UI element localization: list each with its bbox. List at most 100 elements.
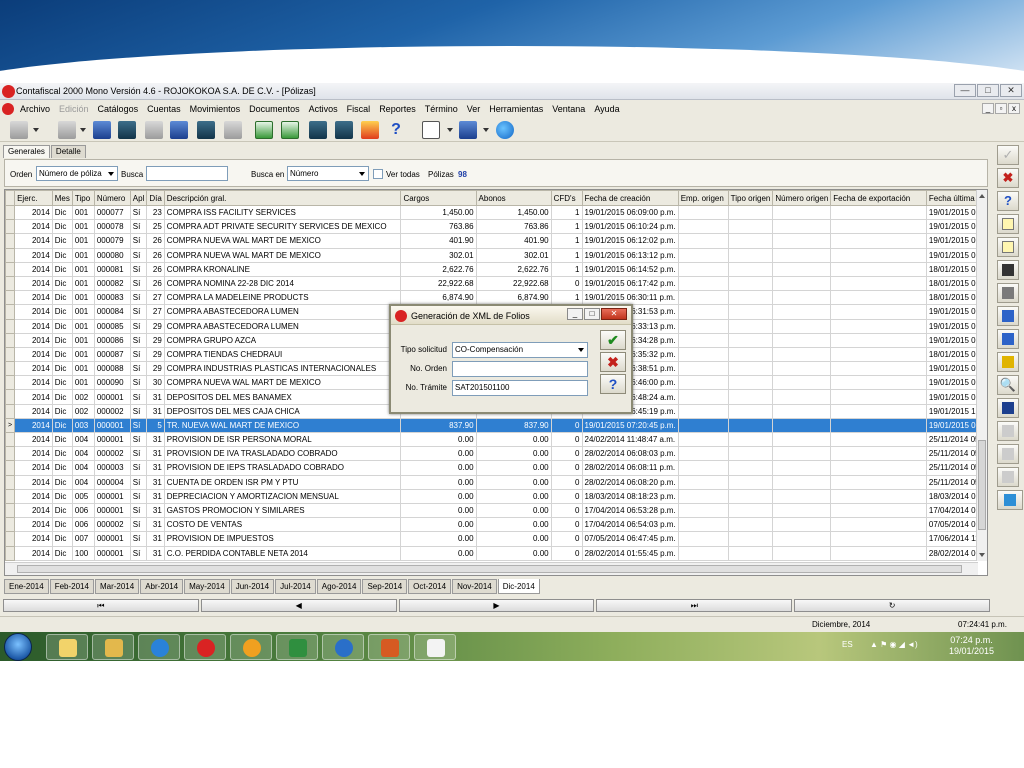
menu-termino[interactable]: Término	[425, 104, 458, 114]
windows-explorer-icon[interactable]	[46, 634, 88, 660]
ver-todas-checkbox[interactable]	[373, 169, 383, 179]
tray-icons[interactable]: ▲ ⚑ ◉ ◢ ◄)	[870, 640, 918, 649]
export-icon[interactable]	[997, 444, 1019, 464]
mdi-minimize-button[interactable]: _	[982, 103, 994, 114]
internet-icon[interactable]	[496, 121, 514, 139]
hscroll-thumb[interactable]	[17, 565, 962, 573]
preview-dropdown-arrow[interactable]	[80, 128, 86, 132]
language-indicator[interactable]: ES	[842, 640, 853, 649]
dialog-ok-button[interactable]: ✔	[600, 330, 626, 350]
column-header[interactable]: Número	[93, 190, 131, 206]
busca-input[interactable]	[146, 166, 228, 181]
internet-explorer-icon[interactable]	[138, 634, 180, 660]
search-icon[interactable]: 🔍	[997, 375, 1019, 395]
archive-icon[interactable]	[997, 467, 1019, 487]
menu-ayuda[interactable]: Ayuda	[594, 104, 619, 114]
table-row[interactable]: >2014 Dic 003 000001 Sí 5 TR. NUEVA WAL MART D…	[5, 417, 987, 434]
printer-stack-icon[interactable]	[170, 121, 188, 139]
nav-last-button[interactable]: ⏭	[596, 599, 793, 612]
month-tab[interactable]: Ene-2014	[4, 579, 49, 594]
column-header[interactable]: Fecha de creación	[581, 190, 679, 206]
page-dropdown-arrow[interactable]	[447, 128, 453, 132]
month-tab[interactable]: May-2014	[184, 579, 230, 594]
no-orden-input[interactable]	[452, 361, 588, 377]
month-tab[interactable]: Jul-2014	[275, 579, 316, 594]
column-header[interactable]: Cargos	[400, 190, 477, 206]
hierarchy-icon[interactable]	[93, 121, 111, 139]
scroll-down-icon[interactable]	[979, 553, 985, 557]
column-header[interactable]: Día	[146, 190, 165, 206]
menu-activos[interactable]: Activos	[309, 104, 338, 114]
scroll-thumb[interactable]	[978, 440, 986, 530]
document-icon[interactable]	[2, 103, 14, 115]
notepad-icon[interactable]	[414, 634, 456, 660]
dialog-cancel-button[interactable]: ✖	[600, 352, 626, 372]
database-icon[interactable]	[309, 121, 327, 139]
column-header[interactable]: Ejerc.	[14, 190, 53, 206]
nav-first-button[interactable]: ⏮	[3, 599, 199, 612]
table-row[interactable]: 2014 Dic 004 000001 Sí 31 PROVISION DE ISR PER…	[5, 431, 987, 448]
table-row[interactable]: 2014 Dic 004 000004 Sí 31 CUENTA DE ORDEN ISR …	[5, 474, 987, 490]
grid-horizontal-scrollbar[interactable]	[5, 562, 978, 575]
table-row[interactable]: 2014 Dic 100 000001 Sí 31 C.O. PERDIDA CONTABL…	[5, 545, 987, 561]
month-tab[interactable]: Abr-2014	[140, 579, 184, 594]
dialog-help-button[interactable]: ?	[600, 374, 626, 394]
table-row[interactable]: 2014 Dic 001 000077 Sí 23 COMPRA ISS FACILITY …	[5, 204, 987, 221]
no-tramite-input[interactable]: SAT201501100	[452, 380, 588, 396]
folder-icon[interactable]	[92, 634, 134, 660]
month-tab[interactable]: Ago-2014	[316, 579, 362, 594]
start-icon[interactable]	[4, 633, 32, 661]
table-row[interactable]: 2014 Dic 001 000079 Sí 26 COMPRA NUEVA WAL MAR…	[5, 233, 987, 249]
column-header[interactable]: Apl	[129, 190, 148, 206]
table-row[interactable]: 2014 Dic 004 000003 Sí 31 PROVISION DE IEPS TR…	[5, 460, 987, 476]
menu-ver[interactable]: Ver	[467, 104, 481, 114]
month-tab[interactable]: Nov-2014	[452, 579, 497, 594]
month-tab[interactable]: Oct-2014	[408, 579, 452, 594]
nav-next-button[interactable]: ▶	[398, 599, 595, 612]
menu-herramientas[interactable]: Herramientas	[489, 104, 543, 114]
table-row[interactable]: 2014 Dic 006 000001 Sí 31 GASTOS PROMOCION Y S…	[5, 502, 987, 519]
table-row[interactable]: 2014 Dic 001 000078 Sí 25 COMPRA ADT PRIVATE S…	[5, 219, 987, 235]
page-icon[interactable]	[422, 121, 440, 139]
dialog-minimize-button[interactable]: _	[567, 308, 583, 320]
sat-dropdown-icon[interactable]	[997, 490, 1023, 510]
swap-icon[interactable]	[997, 329, 1019, 349]
table-row[interactable]: 2014 Dic 001 000081 Sí 26 COMPRA KRONALINE 2,62…	[5, 261, 987, 277]
table-row[interactable]: 2014 Dic 004 000002 Sí 31 PROVISION DE IVA TRA…	[5, 446, 987, 462]
print-icon[interactable]	[997, 283, 1019, 303]
aspel-icon[interactable]	[230, 634, 272, 660]
copy-document-icon[interactable]	[997, 237, 1019, 257]
taskbar-clock[interactable]: 07:24 p.m. 19/01/2015	[949, 635, 994, 657]
settings-icon[interactable]	[459, 121, 477, 139]
calendar-icon[interactable]	[118, 121, 136, 139]
table-row[interactable]: 2014 Dic 006 000002 Sí 31 COSTO DE VENTAS 0.00 0…	[5, 517, 987, 533]
column-header[interactable]: Descripción gral.	[163, 190, 402, 206]
table-row[interactable]: 2014 Dic 001 000083 Sí 27 COMPRA LA MADELEINE …	[5, 290, 987, 306]
exit-icon[interactable]	[361, 121, 379, 139]
column-header[interactable]: Emp. origen	[677, 190, 729, 206]
menu-ventana[interactable]: Ventana	[552, 104, 585, 114]
contafiscal-icon[interactable]	[184, 634, 226, 660]
close-button[interactable]: ✕	[1000, 84, 1022, 97]
disk-icon[interactable]	[224, 121, 242, 139]
table-row[interactable]: 2014 Dic 005 000001 Sí 31 DEPRECIACION Y AMORT…	[5, 488, 987, 504]
month-tab[interactable]: Sep-2014	[362, 579, 408, 594]
month-tab[interactable]: Mar-2014	[94, 579, 140, 594]
menu-fiscal[interactable]: Fiscal	[347, 104, 371, 114]
month-tab[interactable]: Dic-2014	[497, 579, 540, 594]
print-icon[interactable]	[10, 121, 28, 139]
new-document-icon[interactable]	[997, 214, 1019, 234]
delete-icon[interactable]	[997, 260, 1019, 280]
column-header[interactable]: Número origen	[772, 190, 832, 206]
print-dropdown-arrow[interactable]	[33, 128, 39, 132]
menu-movimientos[interactable]: Movimientos	[190, 104, 241, 114]
column-header[interactable]: Tipo	[71, 190, 95, 206]
busca-en-select[interactable]: Número	[287, 166, 369, 181]
dialog-maximize-button[interactable]: □	[584, 308, 600, 320]
menu-reportes[interactable]: Reportes	[379, 104, 416, 114]
maximize-button[interactable]: □	[977, 84, 999, 97]
minimize-button[interactable]: —	[954, 84, 976, 97]
table-row[interactable]: 2014 Dic 007 000001 Sí 31 PROVISION DE IMPUEST…	[5, 531, 987, 547]
column-header[interactable]: Fecha de exportación	[830, 190, 927, 206]
nav-refresh-button[interactable]: ↻	[794, 599, 990, 612]
